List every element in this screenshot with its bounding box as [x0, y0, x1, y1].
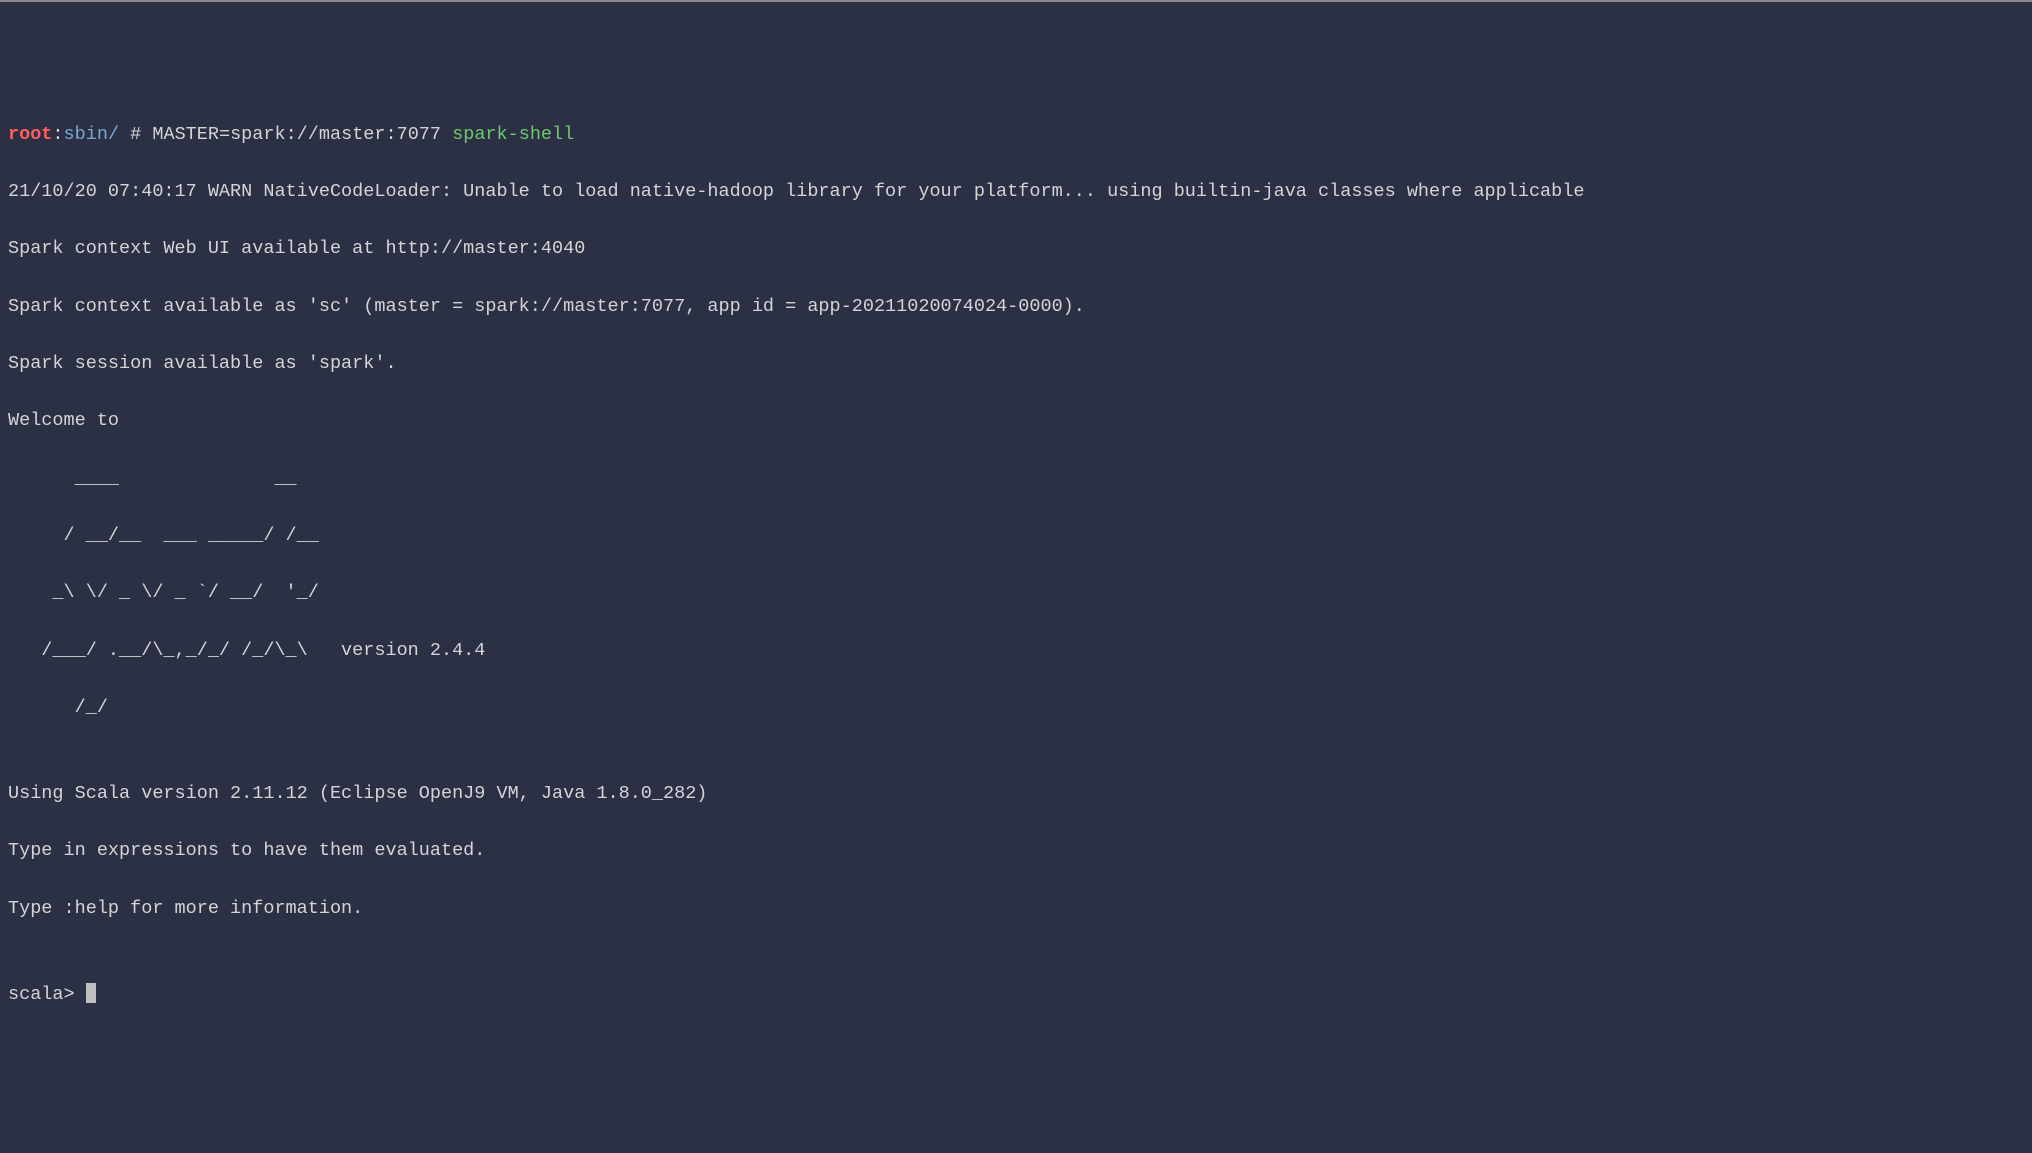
ascii-art-line-4: /___/ .__/\_,_/_/ /_/\_\ version 2.4.4	[8, 637, 2024, 666]
command-name: spark-shell	[452, 124, 574, 145]
help-line: Type :help for more information.	[8, 895, 2024, 924]
warn-line: 21/10/20 07:40:17 WARN NativeCodeLoader:…	[8, 178, 2024, 207]
webui-line: Spark context Web UI available at http:/…	[8, 235, 2024, 264]
context-line: Spark context available as 'sc' (master …	[8, 293, 2024, 322]
cursor-icon	[86, 983, 96, 1003]
command-env: MASTER=spark://master:7077	[152, 124, 452, 145]
expressions-line: Type in expressions to have them evaluat…	[8, 837, 2024, 866]
repl-prompt-line[interactable]: scala>	[8, 981, 2024, 1010]
welcome-line: Welcome to	[8, 407, 2024, 436]
prompt-path: sbin/	[64, 124, 120, 145]
ascii-art-line-1: ____ __	[8, 465, 2024, 494]
repl-prompt: scala>	[8, 984, 86, 1005]
prompt-colon: :	[52, 124, 63, 145]
prompt-hash: #	[119, 124, 152, 145]
ascii-art-line-3: _\ \/ _ \/ _ `/ __/ '_/	[8, 579, 2024, 608]
ascii-art-line-5: /_/	[8, 694, 2024, 723]
prompt-line: root:sbin/ # MASTER=spark://master:7077 …	[8, 121, 2024, 150]
scala-version-line: Using Scala version 2.11.12 (Eclipse Ope…	[8, 780, 2024, 809]
prompt-user: root	[8, 124, 52, 145]
session-line: Spark session available as 'spark'.	[8, 350, 2024, 379]
ascii-art-line-2: / __/__ ___ _____/ /__	[8, 522, 2024, 551]
